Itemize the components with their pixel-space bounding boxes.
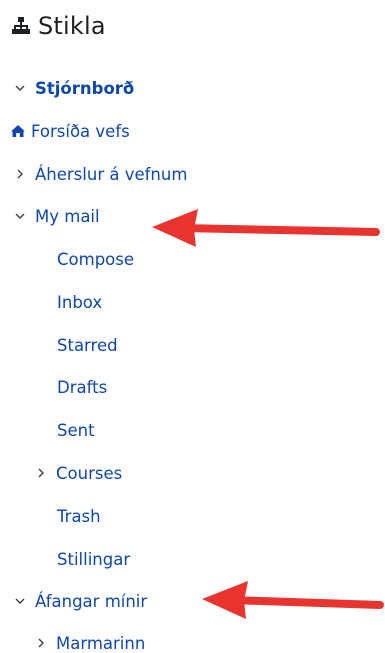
nav-item-starred[interactable]: Starred (57, 331, 118, 359)
nav-item-site-home[interactable]: Forsíða vefs (10, 117, 130, 145)
nav-item-site-highlights[interactable]: Áherslur á vefnum (14, 160, 187, 188)
chevron-right-icon[interactable] (14, 168, 26, 180)
nav-label-trash[interactable]: Trash (57, 507, 101, 526)
nav-label-my-courses[interactable]: Áfangar mínir (35, 592, 147, 611)
block-title: Stikla (38, 12, 106, 40)
chevron-right-icon[interactable] (35, 637, 47, 649)
nav-item-compose[interactable]: Compose (57, 245, 134, 273)
nav-label-compose[interactable]: Compose (57, 250, 134, 269)
nav-label-inbox[interactable]: Inbox (57, 293, 102, 312)
annotation-arrow-icon (202, 581, 384, 619)
chevron-down-icon[interactable] (14, 595, 26, 607)
nav-item-inbox[interactable]: Inbox (57, 288, 102, 316)
home-icon (11, 125, 25, 137)
block-header: Stikla (11, 8, 106, 44)
sitemap-icon (12, 17, 30, 34)
nav-item-sent[interactable]: Sent (57, 416, 95, 444)
nav-label-dashboard[interactable]: Stjórnborð (35, 79, 134, 98)
nav-item-dashboard[interactable]: Stjórnborð (14, 74, 134, 102)
nav-item-my-courses[interactable]: Áfangar mínir (14, 587, 147, 615)
nav-label-settings[interactable]: Stillingar (57, 550, 130, 569)
nav-item-my-mail[interactable]: My mail (14, 202, 100, 230)
nav-label-site-highlights[interactable]: Áherslur á vefnum (35, 165, 187, 184)
chevron-down-icon[interactable] (14, 210, 26, 222)
nav-item-courses[interactable]: Courses (35, 459, 122, 487)
nav-item-settings[interactable]: Stillingar (57, 545, 130, 573)
chevron-right-icon[interactable] (35, 467, 47, 479)
nav-label-courses[interactable]: Courses (56, 464, 122, 483)
nav-label-starred[interactable]: Starred (57, 336, 118, 355)
chevron-down-icon[interactable] (14, 82, 26, 94)
nav-item-drafts[interactable]: Drafts (57, 373, 107, 401)
nav-label-my-mail[interactable]: My mail (35, 207, 100, 226)
nav-label-site-home[interactable]: Forsíða vefs (31, 122, 130, 141)
nav-label-drafts[interactable]: Drafts (57, 378, 107, 397)
annotation-arrow-icon (152, 209, 380, 247)
nav-item-marmarinn[interactable]: Marmarinn (35, 629, 145, 653)
nav-label-sent[interactable]: Sent (57, 421, 95, 440)
nav-label-marmarinn[interactable]: Marmarinn (56, 634, 145, 653)
nav-item-trash[interactable]: Trash (57, 502, 101, 530)
